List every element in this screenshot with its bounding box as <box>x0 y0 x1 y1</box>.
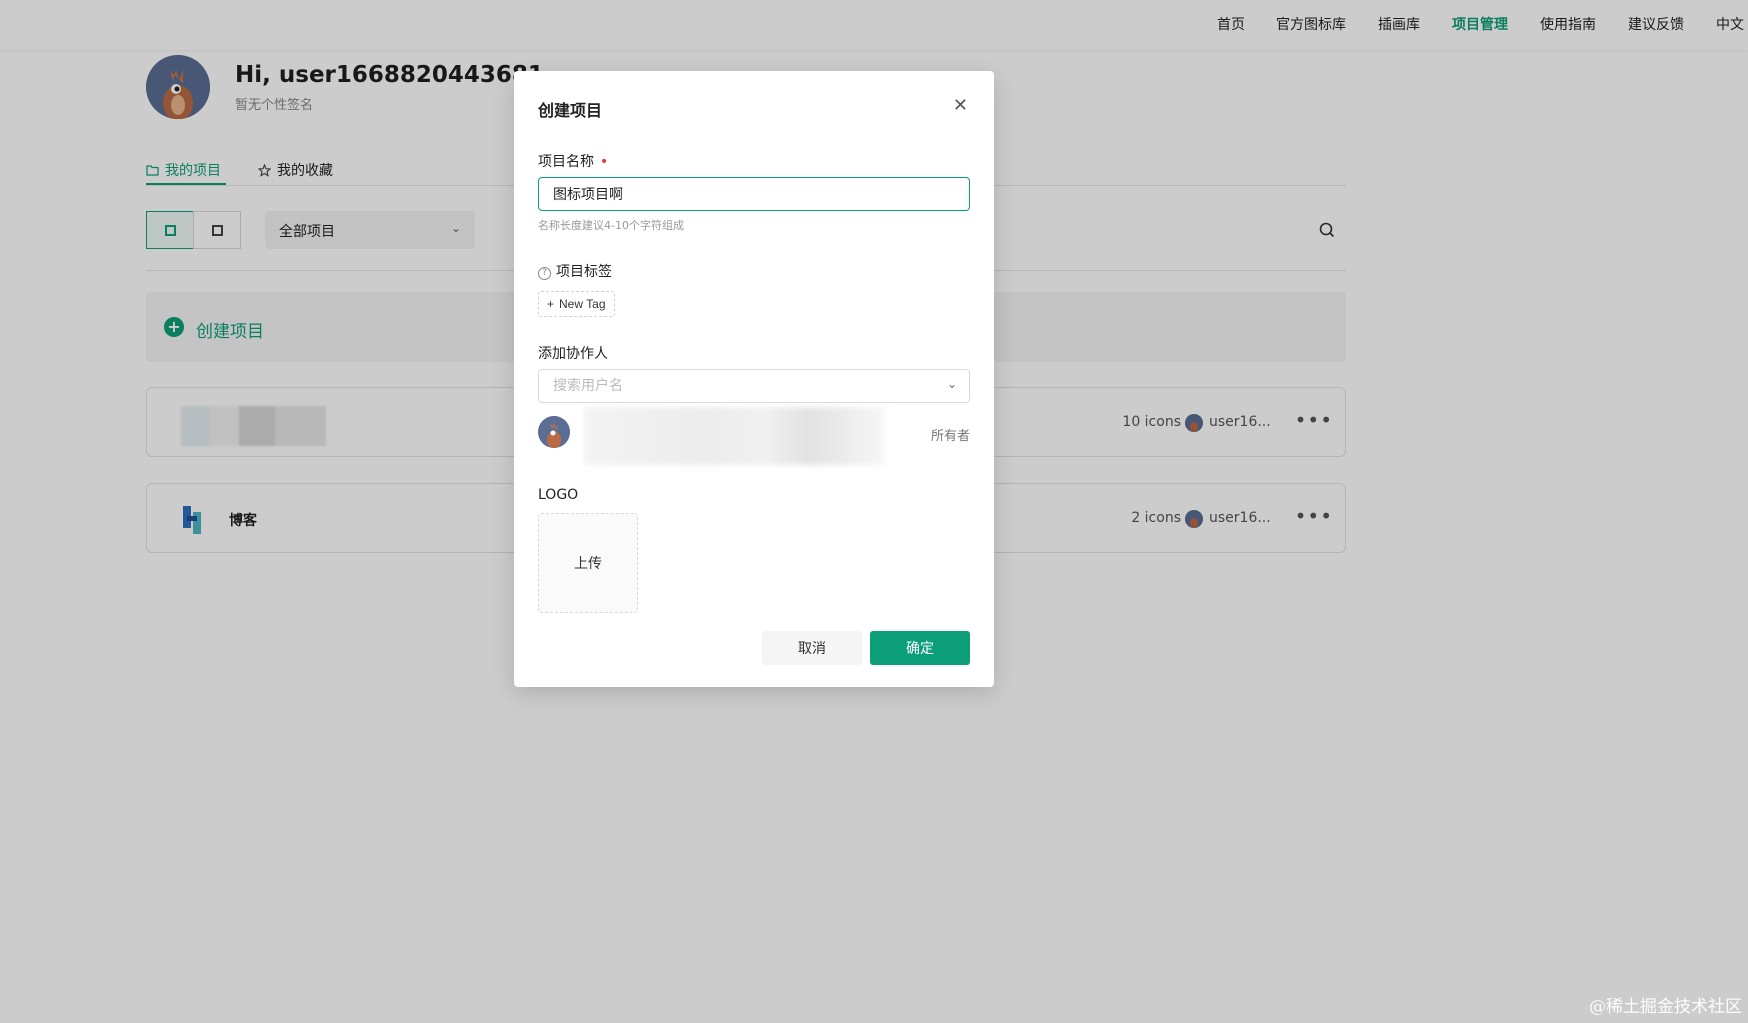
page: 首页 官方图标库 插画库 项目管理 使用指南 建议反馈 中文 Hi, user1… <box>0 0 1748 1023</box>
plus-icon: + <box>547 297 555 311</box>
help-icon[interactable]: ? <box>538 267 551 280</box>
watermark: @稀土掘金技术社区 <box>1589 997 1742 1017</box>
close-icon[interactable]: ✕ <box>953 95 968 116</box>
confirm-button[interactable]: 确定 <box>870 631 970 665</box>
project-name-label: 项目名称 • <box>538 154 609 170</box>
owner-role: 所有者 <box>930 429 970 444</box>
cancel-button[interactable]: 取消 <box>762 631 862 665</box>
logo-upload-button[interactable]: 上传 <box>538 513 638 613</box>
create-project-modal: 创建项目 ✕ 项目名称• 名称长度建议4-10个字符组成 ?项目标签 + New… <box>514 71 994 687</box>
project-name-hint: 名称长度建议4-10个字符组成 <box>538 219 684 232</box>
new-tag-button[interactable]: + New Tag <box>538 291 615 317</box>
new-tag-label: New Tag <box>559 297 606 311</box>
project-tags-label: ? 项目标签 <box>538 261 612 281</box>
collaborator-search-input[interactable] <box>538 369 970 403</box>
project-name-input[interactable] <box>538 177 970 211</box>
chevron-down-icon: ⌄ <box>947 377 958 391</box>
collaborator-avatar <box>538 416 570 448</box>
upload-label: 上传 <box>574 556 602 572</box>
collaborator-label: 添加协作人 <box>538 346 608 362</box>
modal-title: 创建项目 <box>538 101 603 120</box>
required-marker: • <box>600 154 609 170</box>
collaborator-info-blurred <box>584 407 884 465</box>
logo-label: LOGO <box>538 487 579 503</box>
